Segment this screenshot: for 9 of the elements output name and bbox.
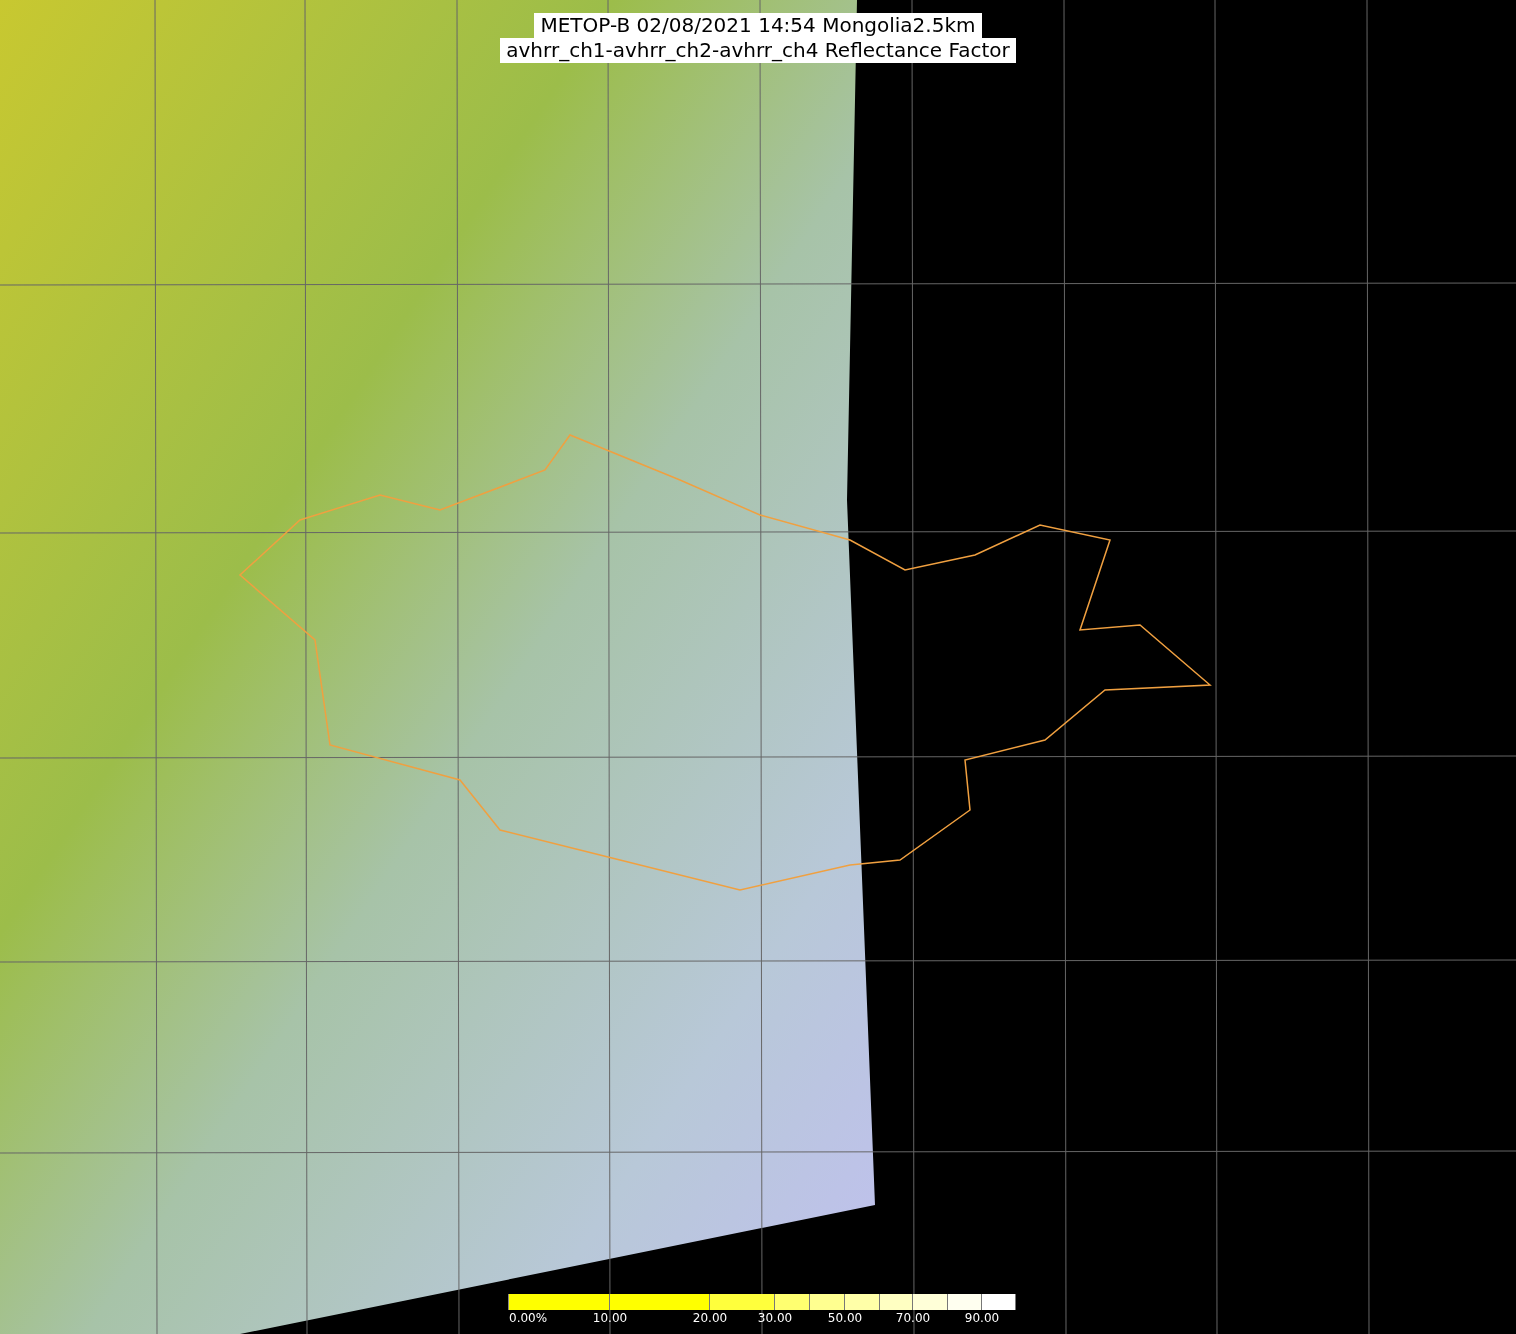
colorbar-label: 50.00: [827, 1311, 863, 1325]
map-title: METOP-B 02/08/2021 14:54 Mongolia2.5km: [534, 13, 982, 38]
colorbar-label: 30.00: [757, 1311, 793, 1325]
colorbar-label: 70.00: [895, 1311, 931, 1325]
map-subtitle: avhrr_ch1-avhrr_ch2-avhrr_ch4 Reflectance Factor: [500, 38, 1016, 63]
colorbar-label: 90.00: [964, 1311, 1000, 1325]
colorbar-label: 10.00: [592, 1311, 628, 1325]
colorbar-label: 0.00%: [509, 1311, 548, 1325]
colorbar-label: 20.00: [692, 1311, 728, 1325]
